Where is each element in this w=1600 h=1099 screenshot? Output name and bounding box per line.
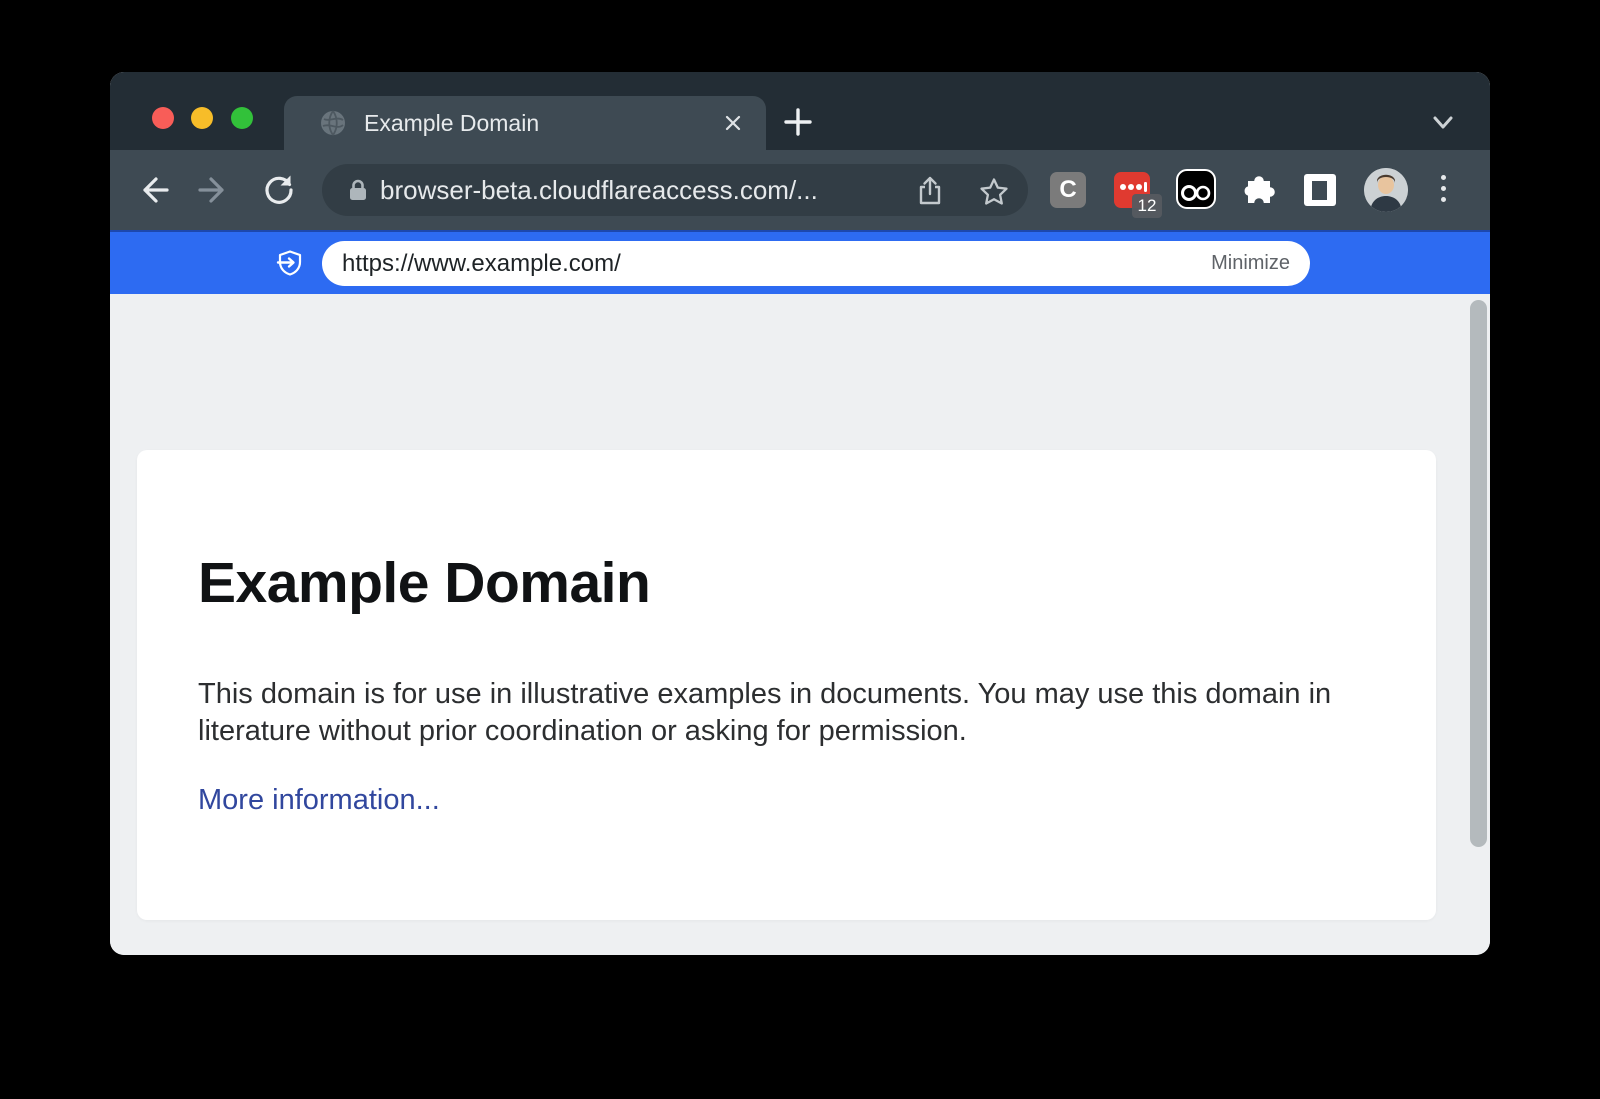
extension-badge: 12 bbox=[1132, 194, 1162, 218]
isolated-url-input[interactable]: https://www.example.com/ Minimize bbox=[322, 241, 1310, 286]
more-information-link[interactable]: More information... bbox=[198, 784, 440, 817]
share-icon[interactable] bbox=[914, 175, 946, 207]
forward-button[interactable] bbox=[195, 172, 231, 208]
back-button[interactable] bbox=[136, 172, 172, 208]
shield-arrow-icon bbox=[276, 249, 304, 277]
screenshot-stage: Example Domain bbox=[0, 0, 1600, 1099]
reload-button[interactable] bbox=[261, 172, 297, 208]
page-title: Example Domain bbox=[198, 550, 650, 616]
password-manager-extension-icon[interactable]: 12 bbox=[1114, 172, 1150, 208]
goggles-extension-icon[interactable] bbox=[1176, 169, 1216, 209]
bookmark-star-icon[interactable] bbox=[978, 176, 1010, 208]
lock-icon[interactable] bbox=[346, 178, 370, 202]
content-card: Example Domain This domain is for use in… bbox=[137, 450, 1436, 920]
maximize-window-button[interactable] bbox=[231, 107, 253, 129]
globe-favicon-icon bbox=[320, 110, 346, 136]
browser-menu-icon[interactable] bbox=[1436, 175, 1450, 209]
profile-avatar[interactable] bbox=[1364, 168, 1408, 212]
page-paragraph: This domain is for use in illustrative e… bbox=[198, 676, 1358, 750]
extension-c-icon[interactable]: C bbox=[1050, 172, 1086, 208]
tab-example-domain[interactable]: Example Domain bbox=[284, 96, 766, 150]
minimize-window-button[interactable] bbox=[191, 107, 213, 129]
isolation-bar: https://www.example.com/ Minimize bbox=[110, 230, 1490, 294]
address-bar-url: browser-beta.cloudflareaccess.com/... bbox=[380, 164, 818, 216]
browser-window: Example Domain bbox=[110, 72, 1490, 955]
close-window-button[interactable] bbox=[152, 107, 174, 129]
tab-search-chevron-icon[interactable] bbox=[1428, 112, 1458, 134]
minimize-bar-button[interactable]: Minimize bbox=[1211, 241, 1290, 286]
page-viewport: Example Domain This domain is for use in… bbox=[110, 294, 1490, 955]
tab-title: Example Domain bbox=[364, 96, 539, 150]
tab-close-icon[interactable] bbox=[724, 114, 742, 132]
side-panel-icon[interactable] bbox=[1304, 174, 1336, 206]
browser-toolbar: browser-beta.cloudflareaccess.com/... C bbox=[110, 150, 1490, 230]
scrollbar-thumb[interactable] bbox=[1470, 300, 1487, 847]
isolated-url-text: https://www.example.com/ bbox=[342, 241, 621, 286]
side-panel-icon-hole bbox=[1312, 181, 1327, 200]
new-tab-button[interactable] bbox=[782, 106, 814, 138]
address-bar[interactable]: browser-beta.cloudflareaccess.com/... bbox=[322, 164, 1028, 216]
tab-strip: Example Domain bbox=[110, 72, 1490, 150]
extensions-puzzle-icon[interactable] bbox=[1241, 172, 1279, 210]
